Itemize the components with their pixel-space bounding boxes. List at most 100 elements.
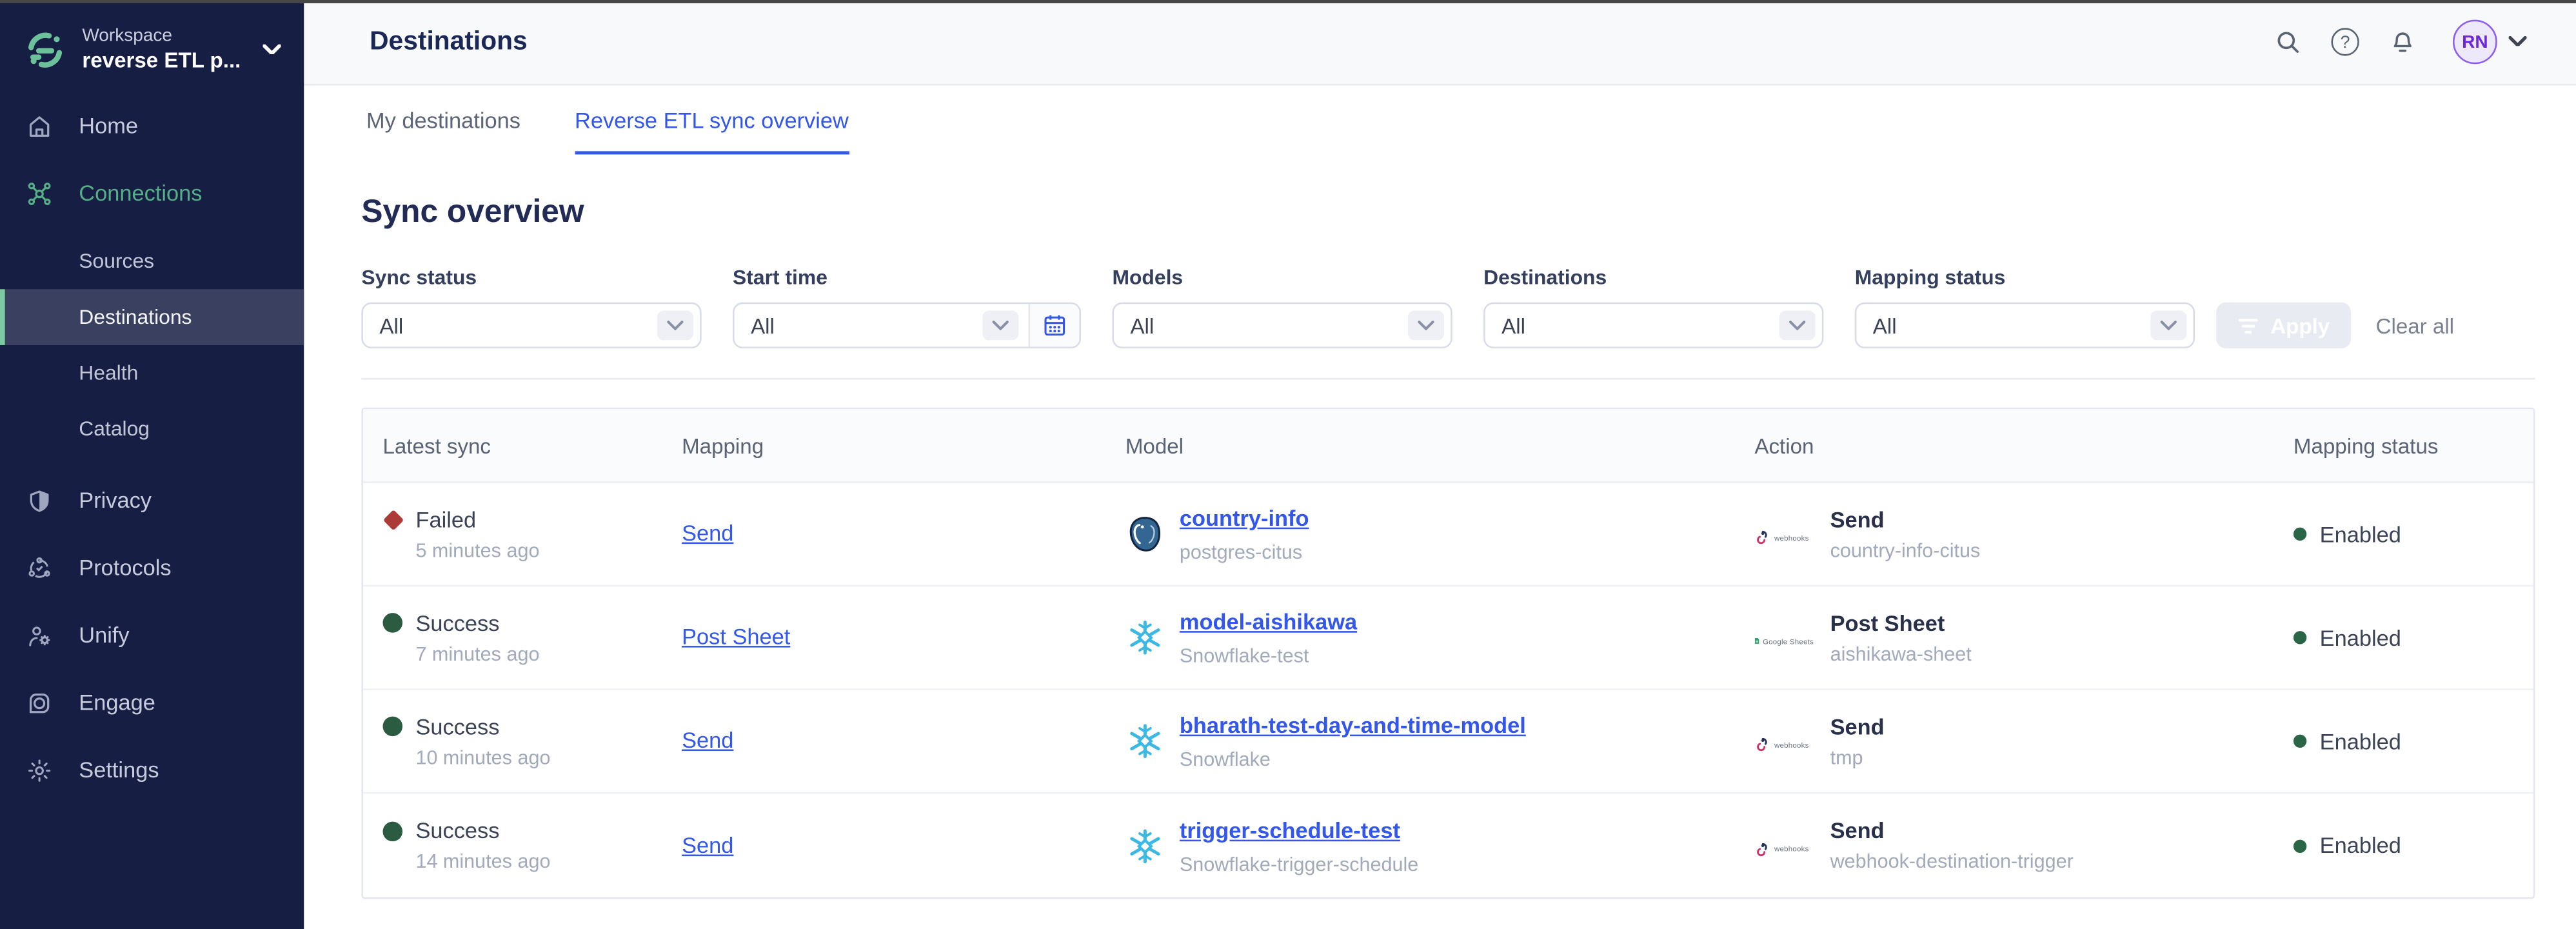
column-header-mapping-status: Mapping status: [2294, 433, 2533, 457]
sidebar-item-health[interactable]: Health: [0, 345, 304, 401]
rudderstack-logo-icon: [25, 30, 66, 71]
table-row: Success 14 minutes ago Send trigger-sche…: [363, 794, 2533, 897]
models-select[interactable]: All: [1112, 303, 1452, 348]
google-sheets-label: Google Sheets: [1763, 637, 1814, 645]
action-name: Send: [1830, 714, 1885, 739]
sync-time: 14 minutes ago: [415, 850, 682, 873]
mapping-status-select[interactable]: All: [1855, 303, 2195, 348]
mapping-link[interactable]: Send: [682, 521, 733, 545]
sidebar-nav: Home Connections Sources Destinations: [0, 92, 304, 804]
filter-label-models: Models: [1112, 266, 1452, 290]
start-time-select[interactable]: All: [733, 303, 1081, 348]
select-value: All: [379, 313, 403, 337]
sidebar-item-label: Catalog: [79, 417, 150, 441]
sidebar-item-engage[interactable]: Engage: [0, 669, 304, 736]
filter-icon: [2237, 316, 2259, 334]
action-subtitle: webhook-destination-trigger: [1830, 850, 2074, 873]
home-icon: [26, 112, 53, 139]
gear-icon: [26, 757, 53, 783]
window-edge-strip: [0, 0, 2576, 3]
filter-bar: Sync status All Start time All: [361, 266, 2535, 348]
sync-status-select[interactable]: All: [361, 303, 701, 348]
connections-icon: [26, 180, 53, 206]
success-status-icon: [382, 717, 402, 737]
sidebar-item-label: Engage: [79, 690, 155, 715]
sync-time: 5 minutes ago: [415, 538, 682, 561]
sidebar-item-catalog[interactable]: Catalog: [0, 401, 304, 457]
snowflake-icon: [1125, 721, 1165, 761]
workspace-name: reverse ETL p...: [82, 48, 241, 75]
avatar[interactable]: RN: [2453, 20, 2497, 65]
tab-my-destinations[interactable]: My destinations: [366, 85, 520, 154]
failed-status-icon: [382, 510, 402, 530]
chevron-down-icon: [263, 45, 281, 56]
search-icon[interactable]: [2274, 28, 2301, 55]
mapping-status-label: Enabled: [2320, 522, 2401, 546]
model-link[interactable]: trigger-schedule-test: [1180, 817, 1400, 842]
destinations-select[interactable]: All: [1483, 303, 1823, 348]
webhooks-label: webhooks: [1774, 741, 1809, 749]
tab-reverse-etl-sync-overview[interactable]: Reverse ETL sync overview: [575, 85, 849, 154]
sidebar-item-label: Settings: [79, 757, 159, 782]
sync-time: 7 minutes ago: [415, 642, 682, 665]
sync-status-label: Success: [415, 610, 499, 635]
chevron-down-icon[interactable]: [2509, 36, 2527, 48]
action-name: Send: [1830, 507, 1981, 532]
sync-time: 10 minutes ago: [415, 745, 682, 768]
sidebar-item-settings[interactable]: Settings: [0, 736, 304, 803]
sidebar-item-privacy[interactable]: Privacy: [0, 466, 304, 534]
webhooks-label: webhooks: [1774, 534, 1809, 542]
header-actions: ? RN: [2274, 20, 2526, 65]
action-subtitle: country-info-citus: [1830, 538, 1981, 561]
apply-button[interactable]: Apply: [2216, 303, 2351, 348]
model-link[interactable]: model-aishikawa: [1180, 610, 1357, 634]
sidebar-item-protocols[interactable]: Protocols: [0, 534, 304, 601]
sidebar-item-connections[interactable]: Connections: [0, 159, 304, 226]
sync-status-label: Failed: [415, 507, 476, 532]
calendar-icon[interactable]: [1029, 304, 1080, 346]
enabled-status-icon: [2294, 839, 2306, 852]
column-header-mapping: Mapping: [682, 433, 1125, 457]
postgres-icon: [1125, 514, 1165, 554]
select-value: All: [1873, 313, 1897, 337]
sidebar: Workspace reverse ETL p... Home: [0, 0, 304, 929]
webhooks-icon: webhooks: [1754, 514, 1814, 561]
mapping-status-label: Enabled: [2320, 729, 2401, 754]
model-link[interactable]: bharath-test-day-and-time-model: [1180, 713, 1526, 737]
enabled-status-icon: [2294, 735, 2306, 748]
notifications-bell-icon[interactable]: [2389, 28, 2417, 55]
help-icon[interactable]: ?: [2331, 28, 2359, 55]
snowflake-icon: [1125, 826, 1165, 865]
model-link[interactable]: country-info: [1180, 506, 1309, 531]
model-subtitle: Snowflake: [1180, 748, 1526, 771]
column-header-latest-sync: Latest sync: [382, 433, 682, 457]
table-header: Latest sync Mapping Model Action Mapping…: [363, 409, 2533, 483]
tab-bar: My destinations Reverse ETL sync overvie…: [304, 85, 2576, 154]
sidebar-item-destinations[interactable]: Destinations: [0, 289, 304, 345]
success-status-icon: [382, 821, 402, 841]
sidebar-item-label: Protocols: [79, 555, 171, 580]
mapping-link[interactable]: Post Sheet: [682, 624, 790, 649]
filter-label-sync-status: Sync status: [361, 266, 701, 290]
clear-all-link[interactable]: Clear all: [2376, 314, 2454, 339]
table-row: Success 10 minutes ago Send bharath-test…: [363, 690, 2533, 794]
chevron-down-icon: [982, 310, 1018, 340]
select-value: All: [751, 313, 775, 337]
filter-label-start-time: Start time: [733, 266, 1081, 290]
sidebar-item-label: Health: [79, 361, 138, 385]
divider: [361, 378, 2535, 380]
sidebar-item-sources[interactable]: Sources: [0, 234, 304, 290]
sidebar-item-home[interactable]: Home: [0, 92, 304, 159]
workspace-label: Workspace: [82, 25, 241, 48]
sync-status-label: Success: [415, 819, 499, 843]
chevron-down-icon: [1408, 310, 1444, 340]
apply-label: Apply: [2270, 313, 2330, 337]
sidebar-item-unify[interactable]: Unify: [0, 601, 304, 668]
mapping-link[interactable]: Send: [682, 728, 733, 752]
top-header: Destinations ? RN: [304, 0, 2576, 85]
sync-overview-table: Latest sync Mapping Model Action Mapping…: [361, 408, 2535, 899]
avatar-initials: RN: [2462, 32, 2488, 52]
workspace-switcher[interactable]: Workspace reverse ETL p...: [0, 0, 304, 82]
mapping-link[interactable]: Send: [682, 832, 733, 857]
column-header-action: Action: [1754, 433, 2293, 457]
